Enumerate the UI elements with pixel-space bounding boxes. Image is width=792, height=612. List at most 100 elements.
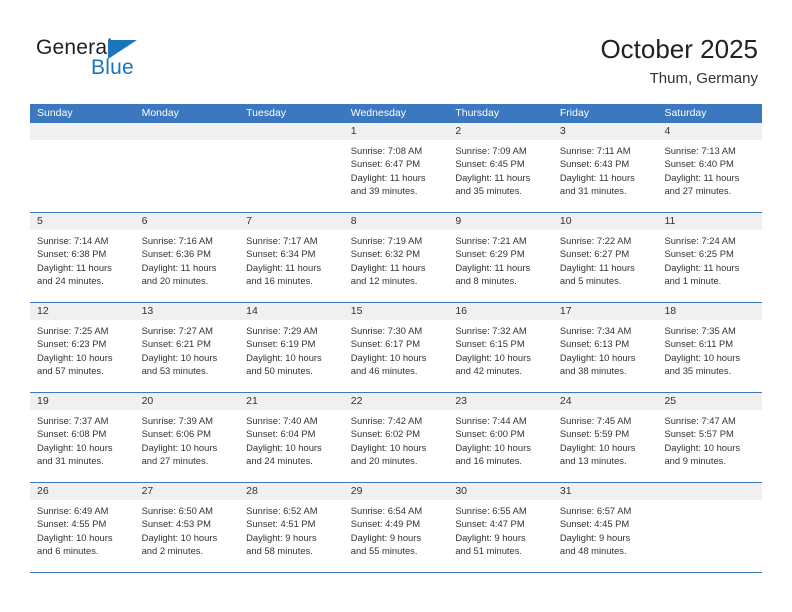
- sunrise-text: Sunrise: 7:17 AM: [246, 235, 318, 246]
- sunset-text: Sunset: 6:19 PM: [246, 338, 316, 350]
- calendar-day-number: 29: [350, 485, 363, 497]
- calendar-day-number-band: 22: [343, 393, 449, 410]
- calendar-day-number-band: [134, 123, 240, 140]
- calendar-day-cell[interactable]: 30 Sunrise: 6:55 AM Sunset: 4:47 PM Dayligh…: [448, 483, 553, 572]
- calendar-day-cell[interactable]: 26 Sunrise: 6:49 AM Sunset: 4:55 PM Dayligh…: [30, 483, 135, 572]
- calendar-day-number: 4: [664, 125, 671, 137]
- calendar-day-number: 10: [559, 215, 572, 227]
- calendar-week-cells: 19 Sunrise: 7:37 AM Sunset: 6:08 PM Dayligh…: [30, 393, 763, 482]
- calendar-day-cell[interactable]: 20 Sunrise: 7:39 AM Sunset: 6:06 PM Dayligh…: [134, 393, 240, 482]
- calendar-day-number-band: 1: [343, 123, 449, 140]
- calendar-day-cell[interactable]: 9 Sunrise: 7:21 AM Sunset: 6:29 PM Daylight…: [448, 213, 553, 302]
- calendar-day-cell[interactable]: 29 Sunrise: 6:54 AM Sunset: 4:49 PM Dayligh…: [343, 483, 449, 572]
- calendar-day-cell[interactable]: 27 Sunrise: 6:50 AM Sunset: 4:53 PM Dayligh…: [134, 483, 240, 572]
- calendar-day-cell-empty: [134, 123, 240, 212]
- daylight-text-line2: and 1 minute.: [664, 275, 722, 287]
- calendar-day-number-band: 30: [448, 483, 553, 500]
- sunrise-text: Sunrise: 6:57 AM: [559, 505, 632, 516]
- calendar-day-cell[interactable]: 10 Sunrise: 7:22 AM Sunset: 6:27 PM Dayligh…: [552, 213, 658, 302]
- calendar-day-cell-empty: [239, 123, 344, 212]
- calendar-day-cell[interactable]: 7 Sunrise: 7:17 AM Sunset: 6:34 PM Daylight…: [239, 213, 344, 302]
- sunset-text: Sunset: 6:47 PM: [350, 158, 421, 170]
- calendar-day-number: 18: [664, 305, 677, 317]
- daylight-text-line2: and 31 minutes.: [559, 185, 627, 197]
- calendar-day-details: Sunrise: 7:08 AM Sunset: 6:47 PM Daylight:…: [344, 140, 449, 198]
- general-blue-logo: General Blue: [36, 36, 166, 84]
- calendar-day-cell[interactable]: 2 Sunrise: 7:09 AM Sunset: 6:45 PM Daylight…: [448, 123, 553, 212]
- calendar-day-number-band: 23: [448, 393, 553, 410]
- calendar-day-cell[interactable]: 11 Sunrise: 7:24 AM Sunset: 6:25 PM Dayligh…: [657, 213, 763, 302]
- calendar-day-cell[interactable]: 18 Sunrise: 7:35 AM Sunset: 6:11 PM Dayligh…: [657, 303, 763, 392]
- daylight-text-line1: Daylight: 10 hours: [559, 351, 636, 363]
- calendar-day-cell[interactable]: 3 Sunrise: 7:11 AM Sunset: 6:43 PM Daylight…: [552, 123, 658, 212]
- daylight-text-line2: and 5 minutes.: [559, 275, 622, 287]
- daylight-text-line1: Daylight: 10 hours: [664, 351, 741, 363]
- sunrise-text: Sunrise: 7:44 AM: [455, 415, 527, 426]
- calendar-day-number-band: 11: [657, 213, 763, 230]
- daylight-text-line2: and 35 minutes.: [455, 185, 523, 197]
- daylight-text-line1: Daylight: 11 hours: [664, 171, 740, 183]
- daylight-text-line1: Daylight: 11 hours: [559, 261, 635, 273]
- calendar-day-details: Sunrise: 7:34 AM Sunset: 6:13 PM Daylight:…: [553, 320, 658, 378]
- sunset-text: Sunset: 4:51 PM: [246, 518, 316, 530]
- calendar-day-cell[interactable]: 8 Sunrise: 7:19 AM Sunset: 6:32 PM Daylight…: [343, 213, 449, 302]
- calendar-day-number-band: 6: [134, 213, 240, 230]
- calendar-day-cell[interactable]: 13 Sunrise: 7:27 AM Sunset: 6:21 PM Dayligh…: [134, 303, 240, 392]
- calendar-day-cell[interactable]: 25 Sunrise: 7:47 AM Sunset: 5:57 PM Dayligh…: [657, 393, 763, 482]
- logo-text-blue: Blue: [91, 56, 134, 79]
- calendar-day-cell[interactable]: 15 Sunrise: 7:30 AM Sunset: 6:17 PM Dayligh…: [343, 303, 449, 392]
- calendar-day-cell[interactable]: 31 Sunrise: 6:57 AM Sunset: 4:45 PM Dayligh…: [552, 483, 658, 572]
- calendar-day-cell[interactable]: 16 Sunrise: 7:32 AM Sunset: 6:15 PM Dayligh…: [448, 303, 553, 392]
- calendar-day-cell[interactable]: 17 Sunrise: 7:34 AM Sunset: 6:13 PM Dayligh…: [552, 303, 658, 392]
- sunset-text: Sunset: 6:25 PM: [664, 248, 734, 260]
- calendar-day-details: Sunrise: 7:47 AM Sunset: 5:57 PM Daylight:…: [657, 410, 762, 468]
- calendar-day-cell[interactable]: 22 Sunrise: 7:42 AM Sunset: 6:02 PM Dayligh…: [343, 393, 449, 482]
- daylight-text-line1: Daylight: 10 hours: [37, 351, 113, 363]
- daylight-text-line1: Daylight: 10 hours: [246, 441, 322, 453]
- daylight-text-line1: Daylight: 9 hours: [455, 531, 526, 543]
- sunset-text: Sunset: 6:38 PM: [37, 248, 107, 260]
- calendar-day-cell[interactable]: 21 Sunrise: 7:40 AM Sunset: 6:04 PM Dayligh…: [239, 393, 344, 482]
- calendar-day-cell[interactable]: 23 Sunrise: 7:44 AM Sunset: 6:00 PM Dayligh…: [448, 393, 553, 482]
- calendar-day-cell[interactable]: 4 Sunrise: 7:13 AM Sunset: 6:40 PM Daylight…: [657, 123, 763, 212]
- calendar-week-cells: 1 Sunrise: 7:08 AM Sunset: 6:47 PM Daylight…: [30, 123, 763, 212]
- sunset-text: Sunset: 5:59 PM: [559, 428, 630, 440]
- calendar-day-number-band: [239, 123, 344, 140]
- calendar-day-cell[interactable]: 1 Sunrise: 7:08 AM Sunset: 6:47 PM Daylight…: [343, 123, 449, 212]
- calendar-day-number: 7: [246, 215, 252, 227]
- calendar-week-cells: 5 Sunrise: 7:14 AM Sunset: 6:38 PM Daylight…: [30, 213, 763, 302]
- sunset-text: Sunset: 6:11 PM: [664, 338, 734, 350]
- calendar-day-cell[interactable]: 24 Sunrise: 7:45 AM Sunset: 5:59 PM Dayligh…: [552, 393, 658, 482]
- calendar-day-details: Sunrise: 7:17 AM Sunset: 6:34 PM Daylight:…: [239, 230, 344, 288]
- calendar-day-cell[interactable]: 12 Sunrise: 7:25 AM Sunset: 6:23 PM Dayligh…: [30, 303, 135, 392]
- sunset-text: Sunset: 6:36 PM: [141, 248, 211, 260]
- daylight-text-line1: Daylight: 11 hours: [664, 261, 740, 273]
- calendar-day-cell[interactable]: 28 Sunrise: 6:52 AM Sunset: 4:51 PM Dayligh…: [239, 483, 344, 572]
- calendar-day-number: 23: [455, 395, 467, 407]
- daylight-text-line2: and 57 minutes.: [37, 365, 104, 377]
- weekday-header-wednesday: Wednesday: [350, 107, 406, 119]
- calendar-day-number: 27: [141, 485, 154, 497]
- sunset-text: Sunset: 6:21 PM: [141, 338, 211, 350]
- daylight-text-line1: Daylight: 9 hours: [246, 531, 317, 543]
- calendar-day-number: 28: [246, 485, 258, 497]
- calendar-day-details: Sunrise: 7:19 AM Sunset: 6:32 PM Daylight:…: [344, 230, 449, 288]
- sunset-text: Sunset: 6:27 PM: [559, 248, 630, 260]
- calendar-day-cell[interactable]: 5 Sunrise: 7:14 AM Sunset: 6:38 PM Daylight…: [30, 213, 135, 302]
- calendar-grid: Sunday Monday Tuesday Wednesday Thursday…: [30, 104, 763, 573]
- calendar-day-details: Sunrise: 7:42 AM Sunset: 6:02 PM Daylight:…: [344, 410, 449, 468]
- daylight-text-line1: Daylight: 10 hours: [246, 351, 322, 363]
- calendar-day-cell[interactable]: 19 Sunrise: 7:37 AM Sunset: 6:08 PM Dayligh…: [30, 393, 135, 482]
- calendar-day-number: 15: [350, 305, 363, 317]
- daylight-text-line1: Daylight: 10 hours: [141, 441, 218, 453]
- calendar-day-number-band: 18: [657, 303, 763, 320]
- calendar-day-cell[interactable]: 14 Sunrise: 7:29 AM Sunset: 6:19 PM Dayligh…: [239, 303, 344, 392]
- calendar-day-cell[interactable]: 6 Sunrise: 7:16 AM Sunset: 6:36 PM Daylight…: [134, 213, 240, 302]
- daylight-text-line1: Daylight: 11 hours: [246, 261, 322, 273]
- sunrise-text: Sunrise: 7:13 AM: [664, 145, 736, 156]
- calendar-day-details: Sunrise: 7:40 AM Sunset: 6:04 PM Daylight:…: [239, 410, 344, 468]
- sunset-text: Sunset: 6:02 PM: [350, 428, 421, 440]
- daylight-text-line1: Daylight: 10 hours: [141, 351, 218, 363]
- daylight-text-line2: and 46 minutes.: [350, 365, 418, 377]
- calendar-day-details: Sunrise: 7:14 AM Sunset: 6:38 PM Daylight:…: [30, 230, 135, 288]
